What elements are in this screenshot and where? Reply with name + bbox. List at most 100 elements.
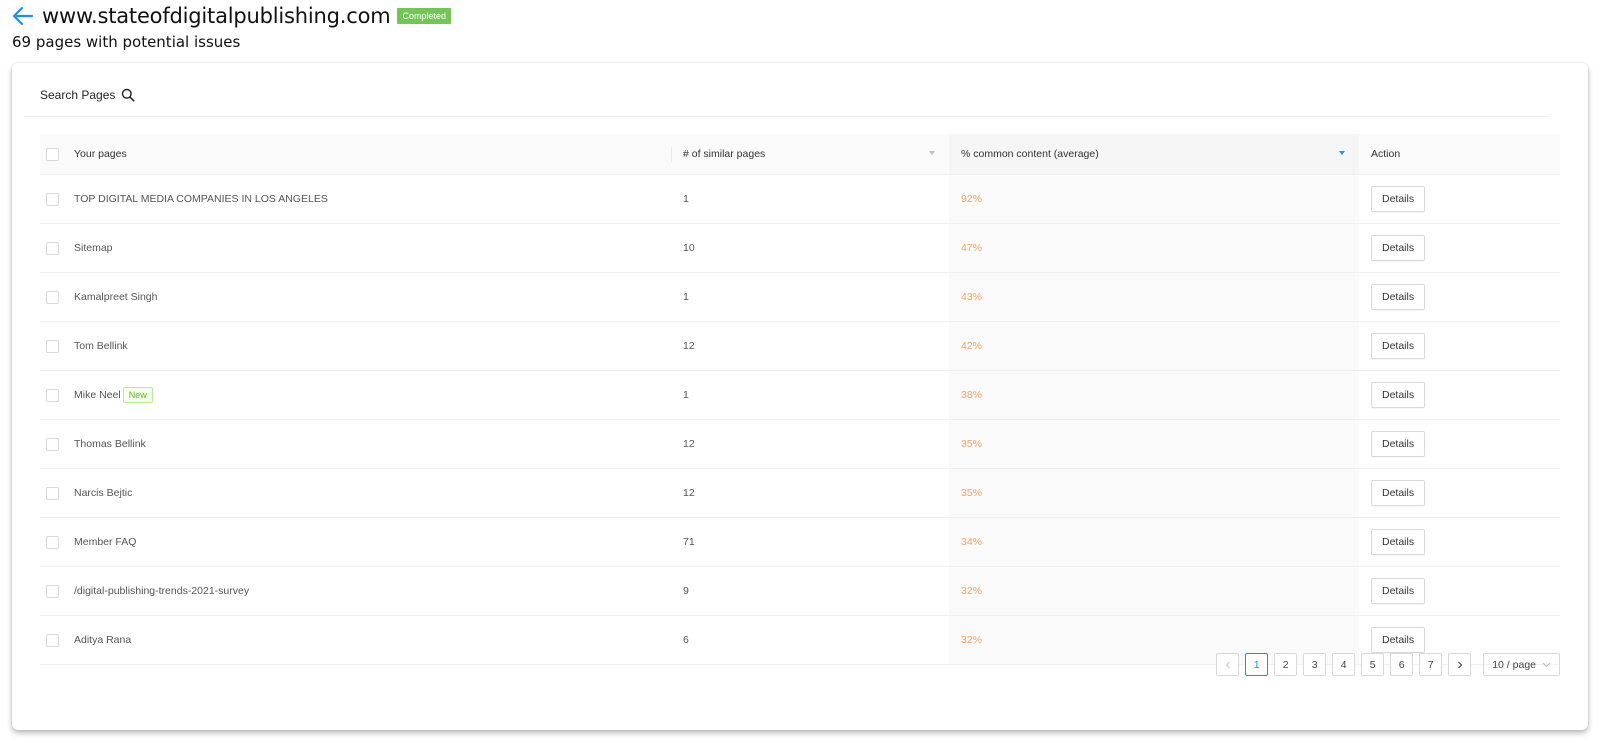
row-checkbox[interactable] bbox=[46, 339, 59, 353]
page-name: /digital-publishing-trends-2021-survey bbox=[74, 585, 250, 597]
page-size-select[interactable]: 10 / page bbox=[1483, 653, 1560, 676]
arrow-left-icon bbox=[12, 6, 34, 26]
cell-similar-pages: 10 bbox=[683, 242, 695, 254]
row-checkbox[interactable] bbox=[46, 633, 59, 647]
details-button[interactable]: Details bbox=[1371, 431, 1426, 457]
cell-action: Details bbox=[1359, 567, 1560, 615]
cell-page: TOP DIGITAL MEDIA COMPANIES IN LOS ANGEL… bbox=[74, 175, 671, 223]
pagination: 1234567 10 / page bbox=[1216, 653, 1560, 676]
cell-similar-pages: 1 bbox=[683, 291, 689, 303]
divider bbox=[24, 116, 1550, 117]
cell-page: Sitemap bbox=[74, 224, 671, 272]
page-7-button[interactable]: 7 bbox=[1419, 653, 1443, 676]
row-checkbox[interactable] bbox=[46, 584, 59, 598]
cell-select bbox=[40, 371, 74, 419]
cell-similar-pages: 12 bbox=[683, 487, 695, 499]
table-row: Kamalpreet Singh 1 43% Details bbox=[40, 273, 1560, 322]
details-button[interactable]: Details bbox=[1371, 333, 1426, 359]
cell-common-content: 35% bbox=[949, 420, 1359, 468]
pages-table: Your pages # of similar pages % common c… bbox=[40, 134, 1560, 665]
details-button[interactable]: Details bbox=[1371, 235, 1426, 261]
cell-common-content: 35% bbox=[949, 469, 1359, 517]
column-separator bbox=[671, 146, 672, 162]
cell-action: Details bbox=[1359, 322, 1560, 370]
details-button[interactable]: Details bbox=[1371, 284, 1426, 310]
header-your-pages: Your pages bbox=[74, 134, 671, 174]
header-label: Action bbox=[1371, 148, 1401, 160]
table-header: Your pages # of similar pages % common c… bbox=[40, 134, 1560, 175]
header-label: % common content (average) bbox=[961, 148, 1099, 160]
cell-page: Member FAQ bbox=[74, 518, 671, 566]
header-common-content[interactable]: % common content (average) bbox=[949, 134, 1359, 174]
row-checkbox[interactable] bbox=[46, 437, 59, 451]
table-row: Member FAQ 71 34% Details bbox=[40, 518, 1560, 567]
cell-action: Details bbox=[1359, 273, 1560, 321]
row-checkbox[interactable] bbox=[46, 192, 59, 206]
cell-page: Mike Neel New bbox=[74, 371, 671, 419]
cell-common-content: 34% bbox=[949, 518, 1359, 566]
details-button[interactable]: Details bbox=[1371, 529, 1426, 555]
page-1-button[interactable]: 1 bbox=[1245, 653, 1269, 676]
cell-similar-pages: 1 bbox=[683, 389, 689, 401]
page-name: TOP DIGITAL MEDIA COMPANIES IN LOS ANGEL… bbox=[74, 193, 328, 205]
page-size-value: 10 / page bbox=[1492, 658, 1536, 671]
cell-select bbox=[40, 518, 74, 566]
details-button[interactable]: Details bbox=[1371, 627, 1426, 653]
cell-select bbox=[40, 224, 74, 272]
row-checkbox[interactable] bbox=[46, 535, 59, 549]
prev-page-button[interactable] bbox=[1216, 653, 1240, 676]
pages-card: Search Pages Your pages # of similar pag… bbox=[12, 63, 1588, 730]
search-label: Search Pages bbox=[40, 88, 116, 102]
page-6-button[interactable]: 6 bbox=[1390, 653, 1414, 676]
row-checkbox[interactable] bbox=[46, 388, 59, 402]
page-name: Sitemap bbox=[74, 242, 113, 254]
header-similar-pages[interactable]: # of similar pages bbox=[671, 134, 949, 174]
new-tag: New bbox=[122, 387, 153, 403]
cell-action: Details bbox=[1359, 371, 1560, 419]
cell-select bbox=[40, 322, 74, 370]
cell-page: Thomas Bellink bbox=[74, 420, 671, 468]
search-pages-button[interactable]: Search Pages bbox=[40, 85, 135, 105]
next-page-button[interactable] bbox=[1448, 653, 1472, 676]
row-checkbox[interactable] bbox=[46, 290, 59, 304]
details-button[interactable]: Details bbox=[1371, 480, 1426, 506]
cell-page: /digital-publishing-trends-2021-survey bbox=[74, 567, 671, 615]
cell-common-content: 47% bbox=[949, 224, 1359, 272]
sort-caret-icon[interactable] bbox=[929, 151, 935, 155]
page-3-button[interactable]: 3 bbox=[1303, 653, 1327, 676]
cell-common-content: 43% bbox=[949, 273, 1359, 321]
cell-common-content: 92% bbox=[949, 175, 1359, 223]
cell-select bbox=[40, 616, 74, 664]
page-5-button[interactable]: 5 bbox=[1361, 653, 1385, 676]
cell-action: Details bbox=[1359, 175, 1560, 223]
details-button[interactable]: Details bbox=[1371, 186, 1426, 212]
table-row: TOP DIGITAL MEDIA COMPANIES IN LOS ANGEL… bbox=[40, 175, 1560, 224]
header-label: Your pages bbox=[74, 148, 127, 160]
page-4-button[interactable]: 4 bbox=[1332, 653, 1356, 676]
page-list: 1234567 bbox=[1245, 653, 1443, 676]
row-checkbox[interactable] bbox=[46, 241, 59, 255]
back-button[interactable] bbox=[12, 3, 38, 29]
page-name: Aditya Rana bbox=[74, 634, 132, 646]
table-row: Thomas Bellink 12 35% Details bbox=[40, 420, 1560, 469]
table-row: Mike Neel New 1 38% Details bbox=[40, 371, 1560, 420]
cell-common-content: 42% bbox=[949, 322, 1359, 370]
details-button[interactable]: Details bbox=[1371, 578, 1426, 604]
row-checkbox[interactable] bbox=[46, 486, 59, 500]
cell-action: Details bbox=[1359, 518, 1560, 566]
select-all-checkbox[interactable] bbox=[46, 147, 59, 161]
header-label: # of similar pages bbox=[683, 148, 766, 160]
cell-similar-pages: 1 bbox=[683, 193, 689, 205]
header-action: Action bbox=[1359, 134, 1560, 174]
cell-select bbox=[40, 175, 74, 223]
table-row: Tom Bellink 12 42% Details bbox=[40, 322, 1560, 371]
cell-select bbox=[40, 567, 74, 615]
search-icon bbox=[122, 88, 135, 102]
table-row: Narcis Bejtic 12 35% Details bbox=[40, 469, 1560, 518]
sort-caret-icon[interactable] bbox=[1339, 151, 1345, 155]
details-button[interactable]: Details bbox=[1371, 382, 1426, 408]
page-2-button[interactable]: 2 bbox=[1274, 653, 1298, 676]
cell-common-content: 38% bbox=[949, 371, 1359, 419]
page-name: Mike Neel bbox=[74, 389, 121, 401]
cell-similar-pages: 71 bbox=[683, 536, 695, 548]
